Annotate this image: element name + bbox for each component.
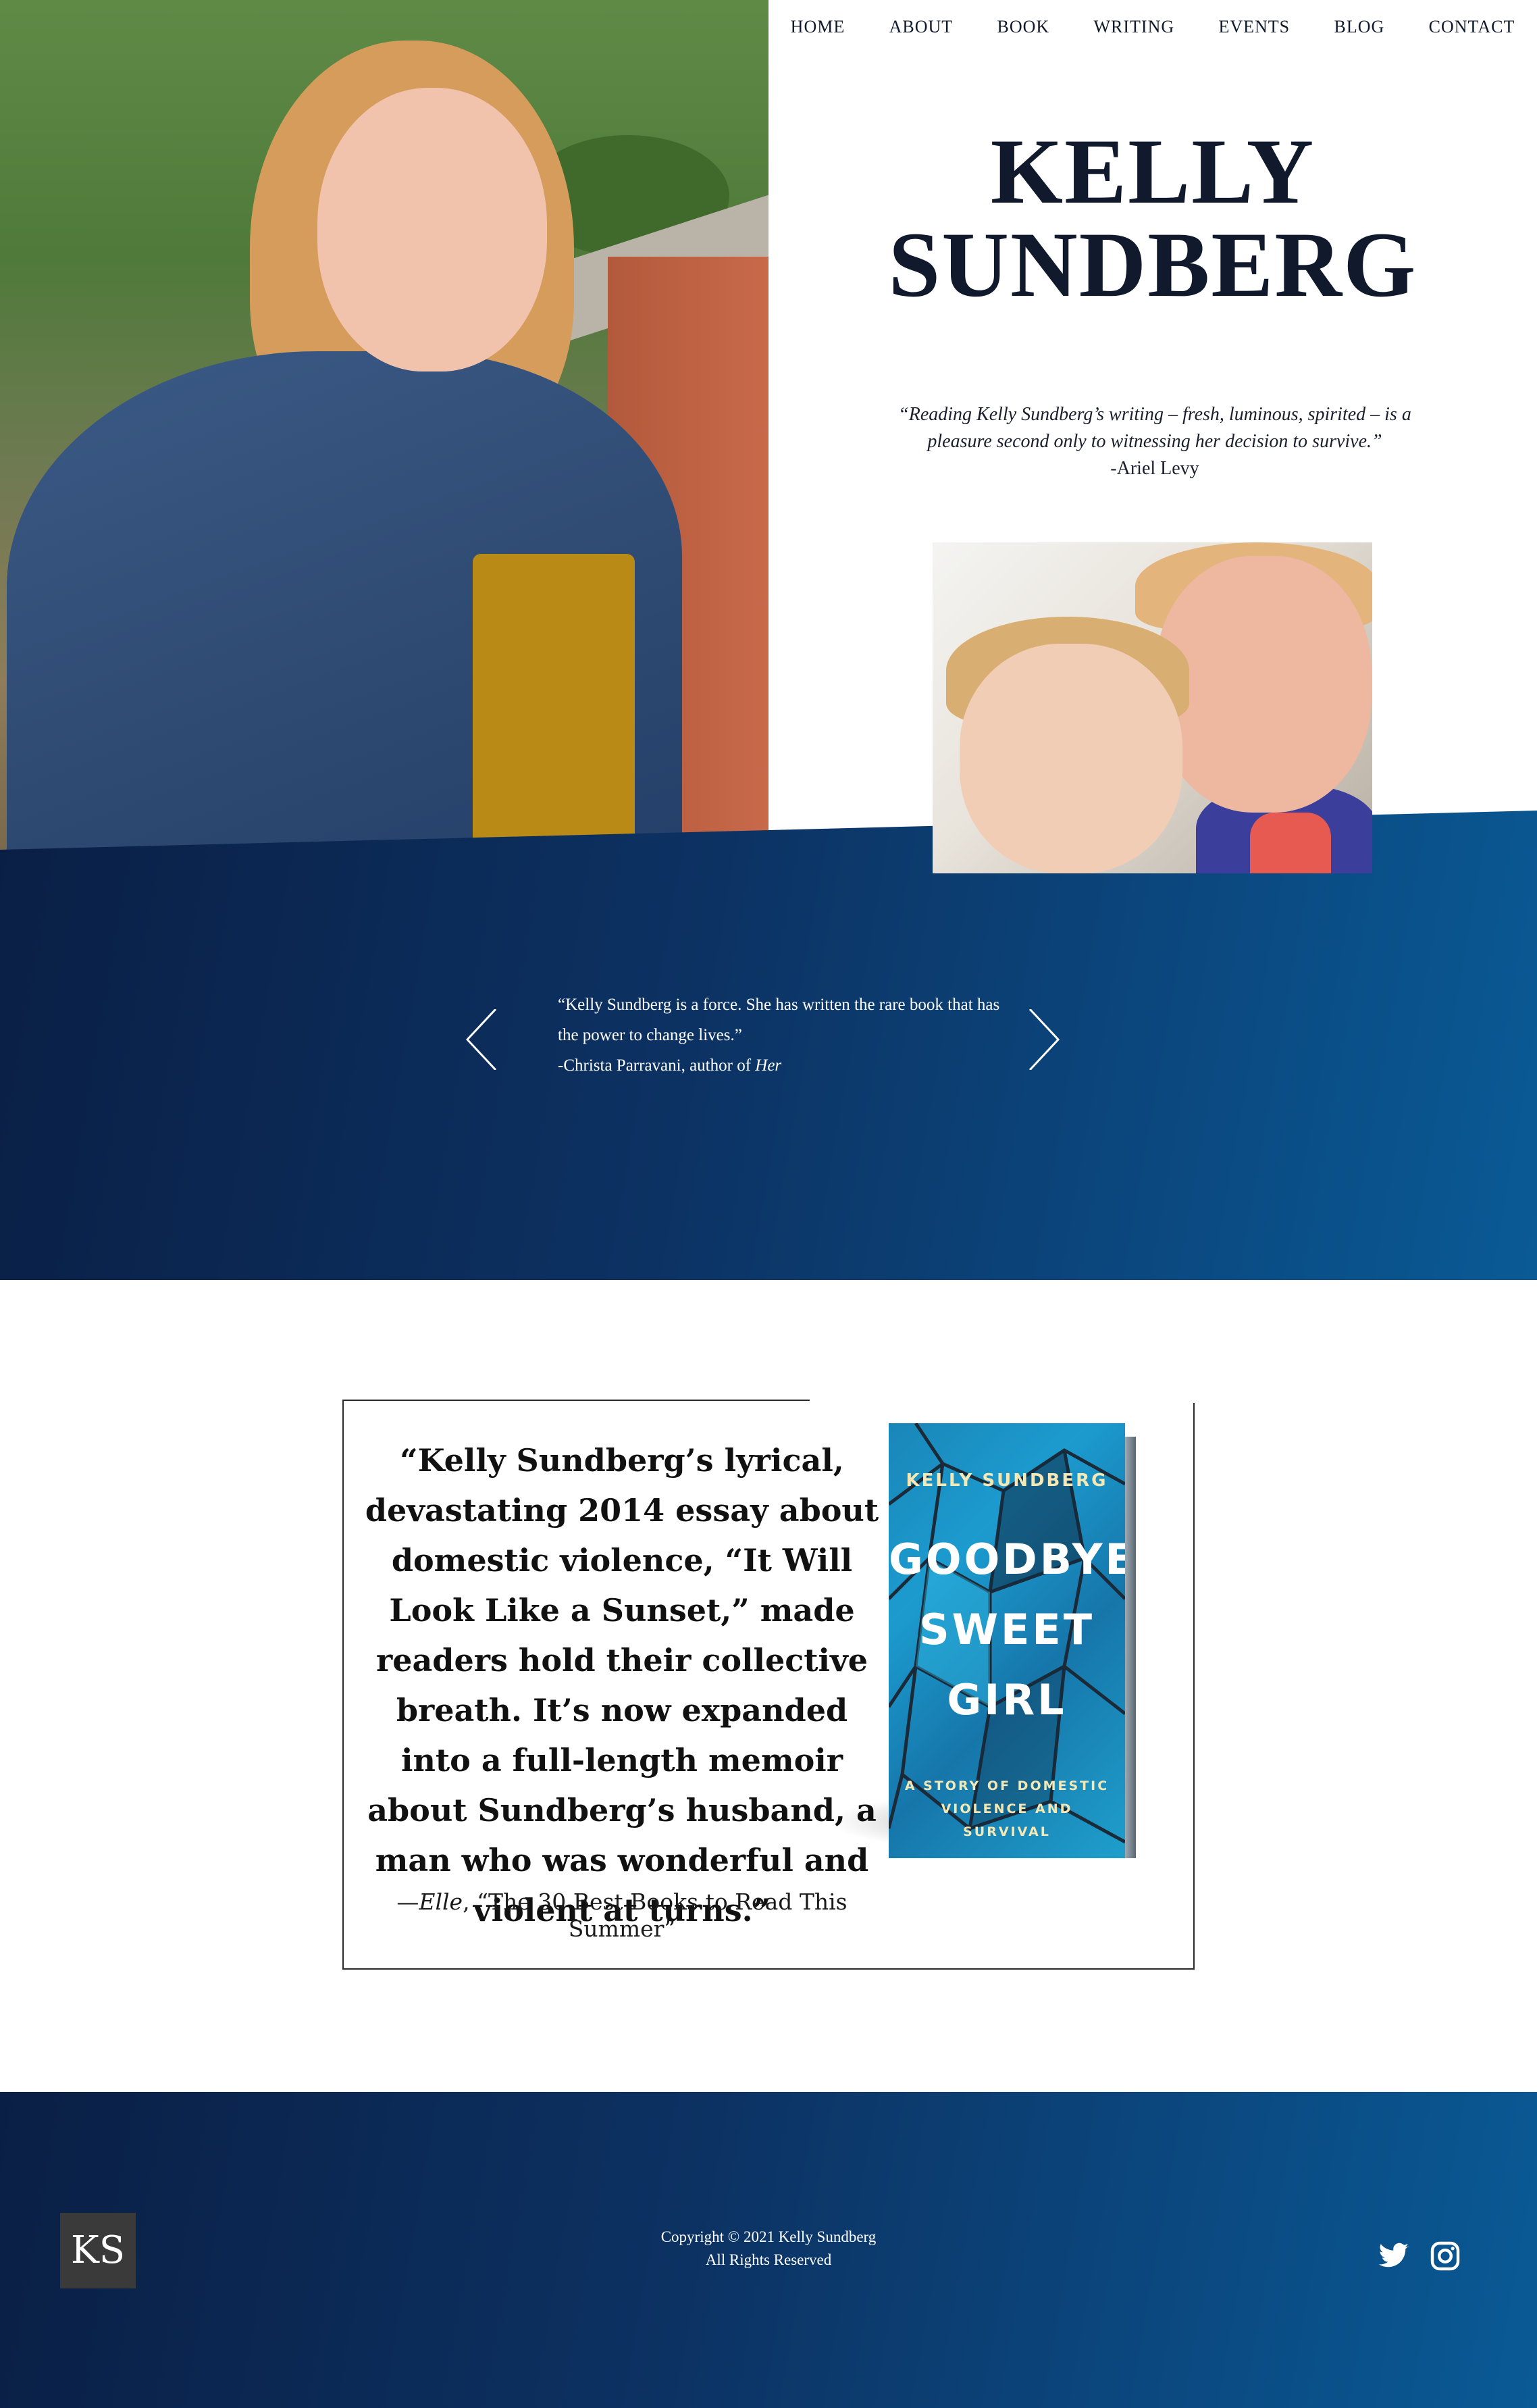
hero-blurb-text: “Reading Kelly Sundberg’s writing – fres… [898,404,1411,452]
chevron-left-icon [465,1008,497,1071]
hero-section: HOME ABOUT BOOK WRITING EVENTS BLOG CONT… [0,0,1537,1280]
family-photo [933,542,1372,873]
slider-quote: “Kelly Sundberg is a force. She has writ… [558,990,1004,1081]
hero-blurb-attribution: -Ariel Levy [1110,458,1199,479]
nav-writing[interactable]: WRITING [1094,17,1175,37]
book-cover-subtitle: A STORY OF DOMESTIC VIOLENCE AND SURVIVA… [904,1778,1110,1839]
book-cover-author: KELLY SUNDBERG [906,1470,1108,1491]
copyright-line-2: All Rights Reserved [705,2251,832,2268]
main-nav: HOME ABOUT BOOK WRITING EVENTS BLOG CONT… [768,0,1537,54]
slider-next-button[interactable] [1023,1008,1070,1071]
site-footer: KS Copyright © 2021 Kelly Sundberg All R… [0,2092,1537,2408]
page-title: KELLY SUNDBERG [768,125,1537,311]
author-portrait-photo [0,0,768,851]
twitter-icon [1378,2243,1409,2268]
book-review-quote: “Kelly Sundberg’s lyrical, devastating 2… [365,1442,879,1928]
chevron-right-icon [1028,1008,1060,1071]
instagram-icon [1430,2241,1460,2271]
book-cover-image[interactable]: KELLY SUNDBERG GOODBYE, SWEET GIRL A STO… [828,1423,1145,1865]
nav-blog[interactable]: BLOG [1334,17,1385,37]
title-line-1: KELLY [990,120,1315,223]
book-review-source: —Elle, “The 30 Best Books to Read This S… [396,1889,848,1942]
twitter-link[interactable] [1378,2240,1410,2272]
nav-contact[interactable]: CONTACT [1429,17,1515,37]
slider-quote-text: “Kelly Sundberg is a force. She has writ… [558,996,1000,1044]
copyright-line-1: Copyright © 2021 Kelly Sundberg [660,2228,877,2245]
nav-book[interactable]: BOOK [997,17,1049,37]
title-line-2: SUNDBERG [888,213,1417,316]
testimonial-slider: “Kelly Sundberg is a force. She has writ… [0,973,1537,1108]
nav-about[interactable]: ABOUT [889,17,954,37]
book-cover-title: GOODBYE, SWEET GIRL [889,1535,1125,1724]
nav-home[interactable]: HOME [791,17,845,37]
instagram-link[interactable] [1429,2240,1461,2272]
slider-quote-attribution: -Christa Parravani, author of Her [558,1056,782,1075]
nav-events[interactable]: EVENTS [1218,17,1290,37]
footer-copyright: Copyright © 2021 Kelly Sundberg All Righ… [532,2226,1005,2272]
social-links [1378,2240,1461,2272]
footer-logo[interactable]: KS [60,2213,136,2288]
hero-blurb: “Reading Kelly Sundberg’s writing – fres… [878,401,1432,482]
slider-prev-button[interactable] [465,1008,513,1071]
